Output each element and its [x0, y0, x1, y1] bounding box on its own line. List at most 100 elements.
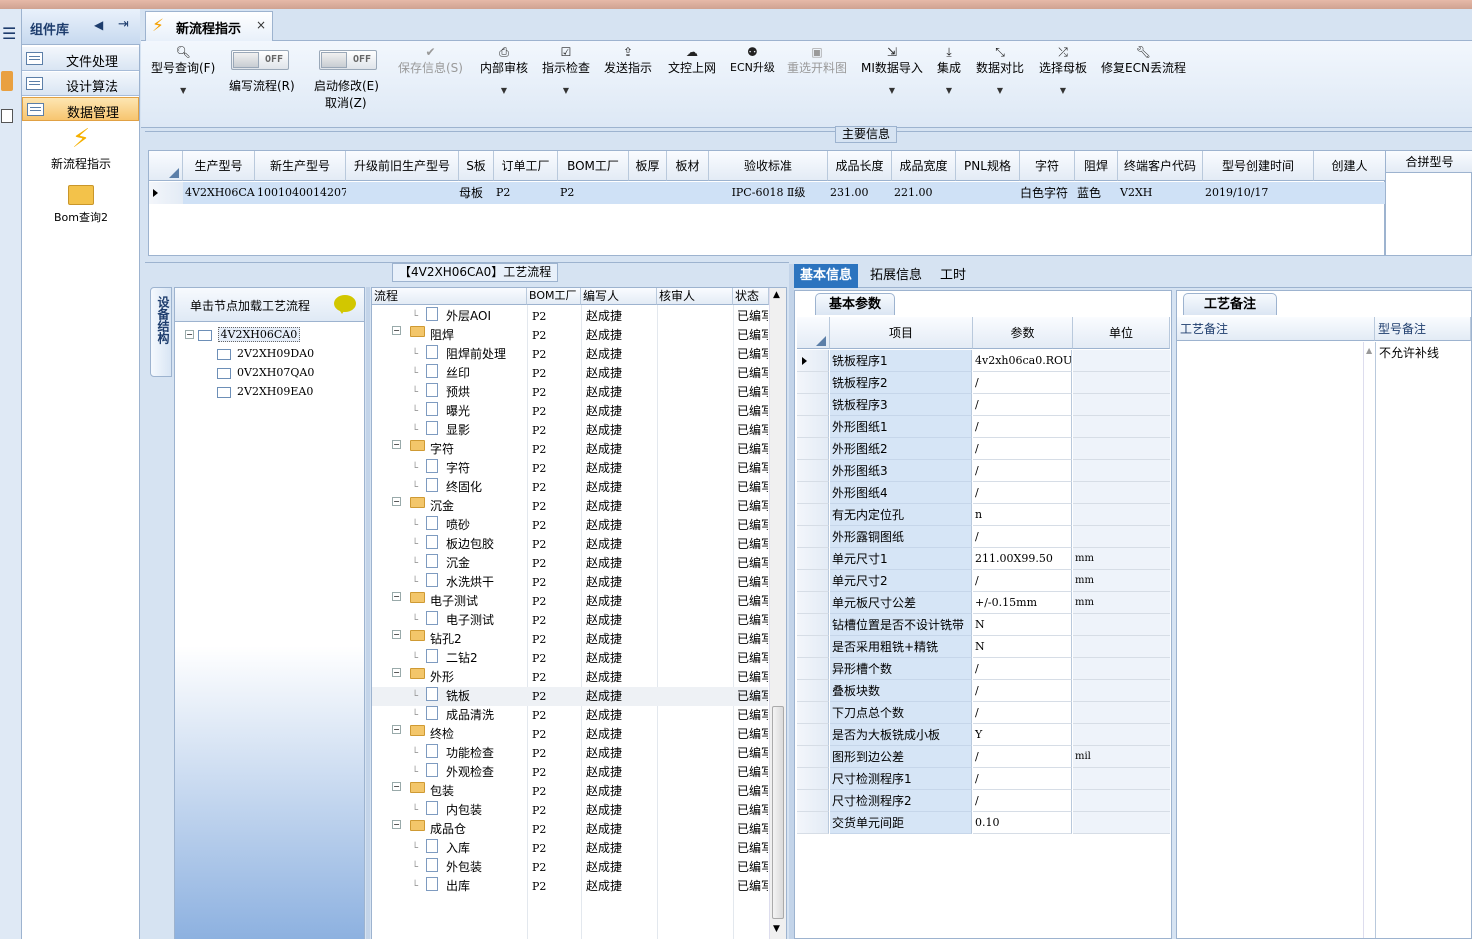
column-header[interactable]: 终端客户代码 — [1118, 151, 1203, 181]
column-header[interactable]: 升级前旧生产型号 — [346, 151, 459, 181]
table-row[interactable]: └ 铣板 P2 赵成捷 已编写 — [372, 687, 768, 706]
table-row[interactable]: − 成品仓 P2 赵成捷 已编写 — [372, 820, 768, 839]
column-header[interactable]: 阻焊 — [1075, 151, 1118, 181]
table-row[interactable]: − 阻焊 P2 赵成捷 已编写 — [372, 326, 768, 345]
chevron-down-icon[interactable]: ▼ — [542, 86, 590, 95]
column-header[interactable]: 成品长度 — [828, 151, 892, 181]
chevron-down-icon[interactable]: ▼ — [861, 86, 923, 95]
table-row[interactable]: └ 外包装 P2 赵成捷 已编写 — [372, 858, 768, 877]
param-value[interactable]: / — [973, 570, 1072, 592]
table-row[interactable]: 外形露铜图纸 / — [797, 526, 1170, 548]
table-row[interactable]: − 包装 P2 赵成捷 已编写 — [372, 782, 768, 801]
table-row[interactable]: └ 电子测试 P2 赵成捷 已编写 — [372, 611, 768, 630]
table-row[interactable]: 外形图纸4/ — [797, 482, 1170, 504]
param-value[interactable]: / — [973, 416, 1072, 438]
shortcut-new-flow[interactable]: ⚡ 新流程指示 — [26, 123, 136, 172]
table-row[interactable]: 图形到边公差 / mil — [797, 746, 1170, 768]
table-row[interactable]: 下刀点总个数 / — [797, 702, 1170, 724]
tree-node[interactable]: 0V2XH07QA0 — [217, 366, 314, 379]
param-value[interactable]: / — [973, 438, 1072, 460]
column-header[interactable]: 单位 — [1073, 317, 1170, 349]
column-header[interactable]: 字符 — [1020, 151, 1075, 181]
row-selector[interactable] — [797, 372, 829, 394]
table-row[interactable]: └ 水洗烘干 P2 赵成捷 已编写 — [372, 573, 768, 592]
column-header[interactable]: 新生产型号 — [255, 151, 346, 181]
chevron-down-icon[interactable]: ▼ — [151, 86, 215, 95]
internal-review-button[interactable]: ⎙ 内部审核 ▼ — [480, 45, 528, 95]
row-selector[interactable] — [797, 768, 829, 790]
save-info-button[interactable]: ✔ 保存信息(S) — [398, 45, 463, 76]
pin-icon[interactable]: ⇥ — [118, 17, 129, 32]
table-row[interactable]: 有无内定位孔 n — [797, 504, 1170, 526]
row-selector[interactable] — [797, 614, 829, 636]
row-selector[interactable] — [797, 460, 829, 482]
table-row[interactable]: 单元尺寸1 211.00X99.50 mm — [797, 548, 1170, 570]
tab-new-flow[interactable]: ⚡ 新流程指示 × — [145, 11, 273, 41]
scroll-up-icon[interactable]: ▲ — [1366, 346, 1372, 355]
table-row[interactable]: └ 预烘 P2 赵成捷 已编写 — [372, 383, 768, 402]
column-header[interactable]: 型号创建时间 — [1203, 151, 1314, 181]
collapse-left-icon[interactable]: ◀ — [94, 18, 103, 32]
comment-icon[interactable] — [334, 295, 356, 314]
param-value[interactable]: 4v2xh06ca0.ROU — [973, 350, 1072, 372]
param-value[interactable]: / — [973, 680, 1072, 702]
table-row[interactable]: − 钻孔2 P2 赵成捷 已编写 — [372, 630, 768, 649]
table-row[interactable]: 尺寸检测程序2/ — [797, 790, 1170, 812]
table-row[interactable]: 外形图纸3/ — [797, 460, 1170, 482]
window-icon[interactable] — [1, 109, 13, 123]
table-row[interactable]: 是否采用粗铣+精铣 N — [797, 636, 1170, 658]
table-row[interactable]: 交货单元间距 0.10 — [797, 812, 1170, 834]
tab-process-note[interactable]: 工艺备注 — [1183, 293, 1277, 315]
column-header[interactable]: 生产型号 — [183, 151, 255, 181]
integrate-button[interactable]: ⤓ 集成 ▼ — [937, 45, 961, 95]
param-value[interactable]: / — [973, 372, 1072, 394]
library-item-design-algorithm[interactable]: 设计算法 — [22, 72, 139, 96]
table-row[interactable]: └ 阻焊前处理 P2 赵成捷 已编写 — [372, 345, 768, 364]
tree-node-root[interactable]: − 4V2XH06CA0 — [185, 327, 301, 342]
enable-modify-toggle[interactable]: OFF — [319, 50, 377, 70]
column-header[interactable]: S板 — [459, 151, 494, 181]
collapse-icon[interactable]: − — [185, 330, 194, 339]
table-row[interactable]: 尺寸检测程序1/ — [797, 768, 1170, 790]
repair-ecn-button[interactable]: 🔧︎ 修复ECN丢流程 — [1101, 45, 1186, 76]
row-selector[interactable] — [797, 394, 829, 416]
table-row[interactable]: 铣板程序2/ — [797, 372, 1170, 394]
row-selector[interactable] — [797, 482, 829, 504]
param-value[interactable]: / — [973, 460, 1072, 482]
chevron-down-icon[interactable]: ▼ — [937, 86, 961, 95]
param-value[interactable]: / — [973, 790, 1072, 812]
table-row[interactable]: └ 曝光 P2 赵成捷 已编写 — [372, 402, 768, 421]
table-row[interactable]: └ 二钻2 P2 赵成捷 已编写 — [372, 649, 768, 668]
table-row[interactable]: └ 终固化 P2 赵成捷 已编写 — [372, 478, 768, 497]
column-header[interactable]: 板厚 — [629, 151, 667, 181]
close-icon[interactable]: × — [256, 18, 266, 32]
column-header[interactable]: 编写人 — [581, 288, 657, 305]
param-value[interactable]: n — [973, 504, 1072, 526]
column-header[interactable]: 订单工厂 — [494, 151, 558, 181]
data-compare-button[interactable]: ⤡ 数据对比 ▼ — [976, 45, 1024, 95]
table-row[interactable]: └ 出库 P2 赵成捷 已编写 — [372, 877, 768, 896]
column-header[interactable]: PNL规格 — [956, 151, 1020, 181]
library-item-file-processing[interactable]: 文件处理 — [22, 47, 139, 71]
column-header[interactable]: 验收标准 — [709, 151, 828, 181]
param-value[interactable]: / — [973, 702, 1072, 724]
scroll-thumb[interactable] — [772, 706, 784, 919]
row-selector[interactable] — [797, 504, 829, 526]
table-row[interactable]: − 电子测试 P2 赵成捷 已编写 — [372, 592, 768, 611]
upload-doc-button[interactable]: ☁ 文控上网 — [668, 45, 716, 76]
cancel-button[interactable]: 取消(Z) — [325, 94, 367, 111]
table-row[interactable]: └ 内包装 P2 赵成捷 已编写 — [372, 801, 768, 820]
param-value[interactable]: Y — [973, 724, 1072, 746]
reselect-drawing-button[interactable]: ▣ 重选开料图 — [787, 45, 847, 76]
instruction-check-button[interactable]: ☑ 指示检查 ▼ — [542, 45, 590, 95]
column-header[interactable]: 参数 — [973, 317, 1073, 349]
chevron-down-icon[interactable]: ▼ — [480, 86, 528, 95]
shortcut-bom-query[interactable]: Bom查询2 — [26, 181, 136, 225]
tab-basic-params[interactable]: 基本参数 — [815, 293, 895, 315]
row-selector[interactable] — [797, 680, 829, 702]
row-selector[interactable] — [797, 636, 829, 658]
scroll-down-icon[interactable]: ▼ — [773, 924, 780, 934]
table-row[interactable]: └ 功能检查 P2 赵成捷 已编写 — [372, 744, 768, 763]
param-value[interactable]: N — [973, 636, 1072, 658]
ecn-upgrade-button[interactable]: ⚉ ECN升级 — [730, 45, 775, 75]
